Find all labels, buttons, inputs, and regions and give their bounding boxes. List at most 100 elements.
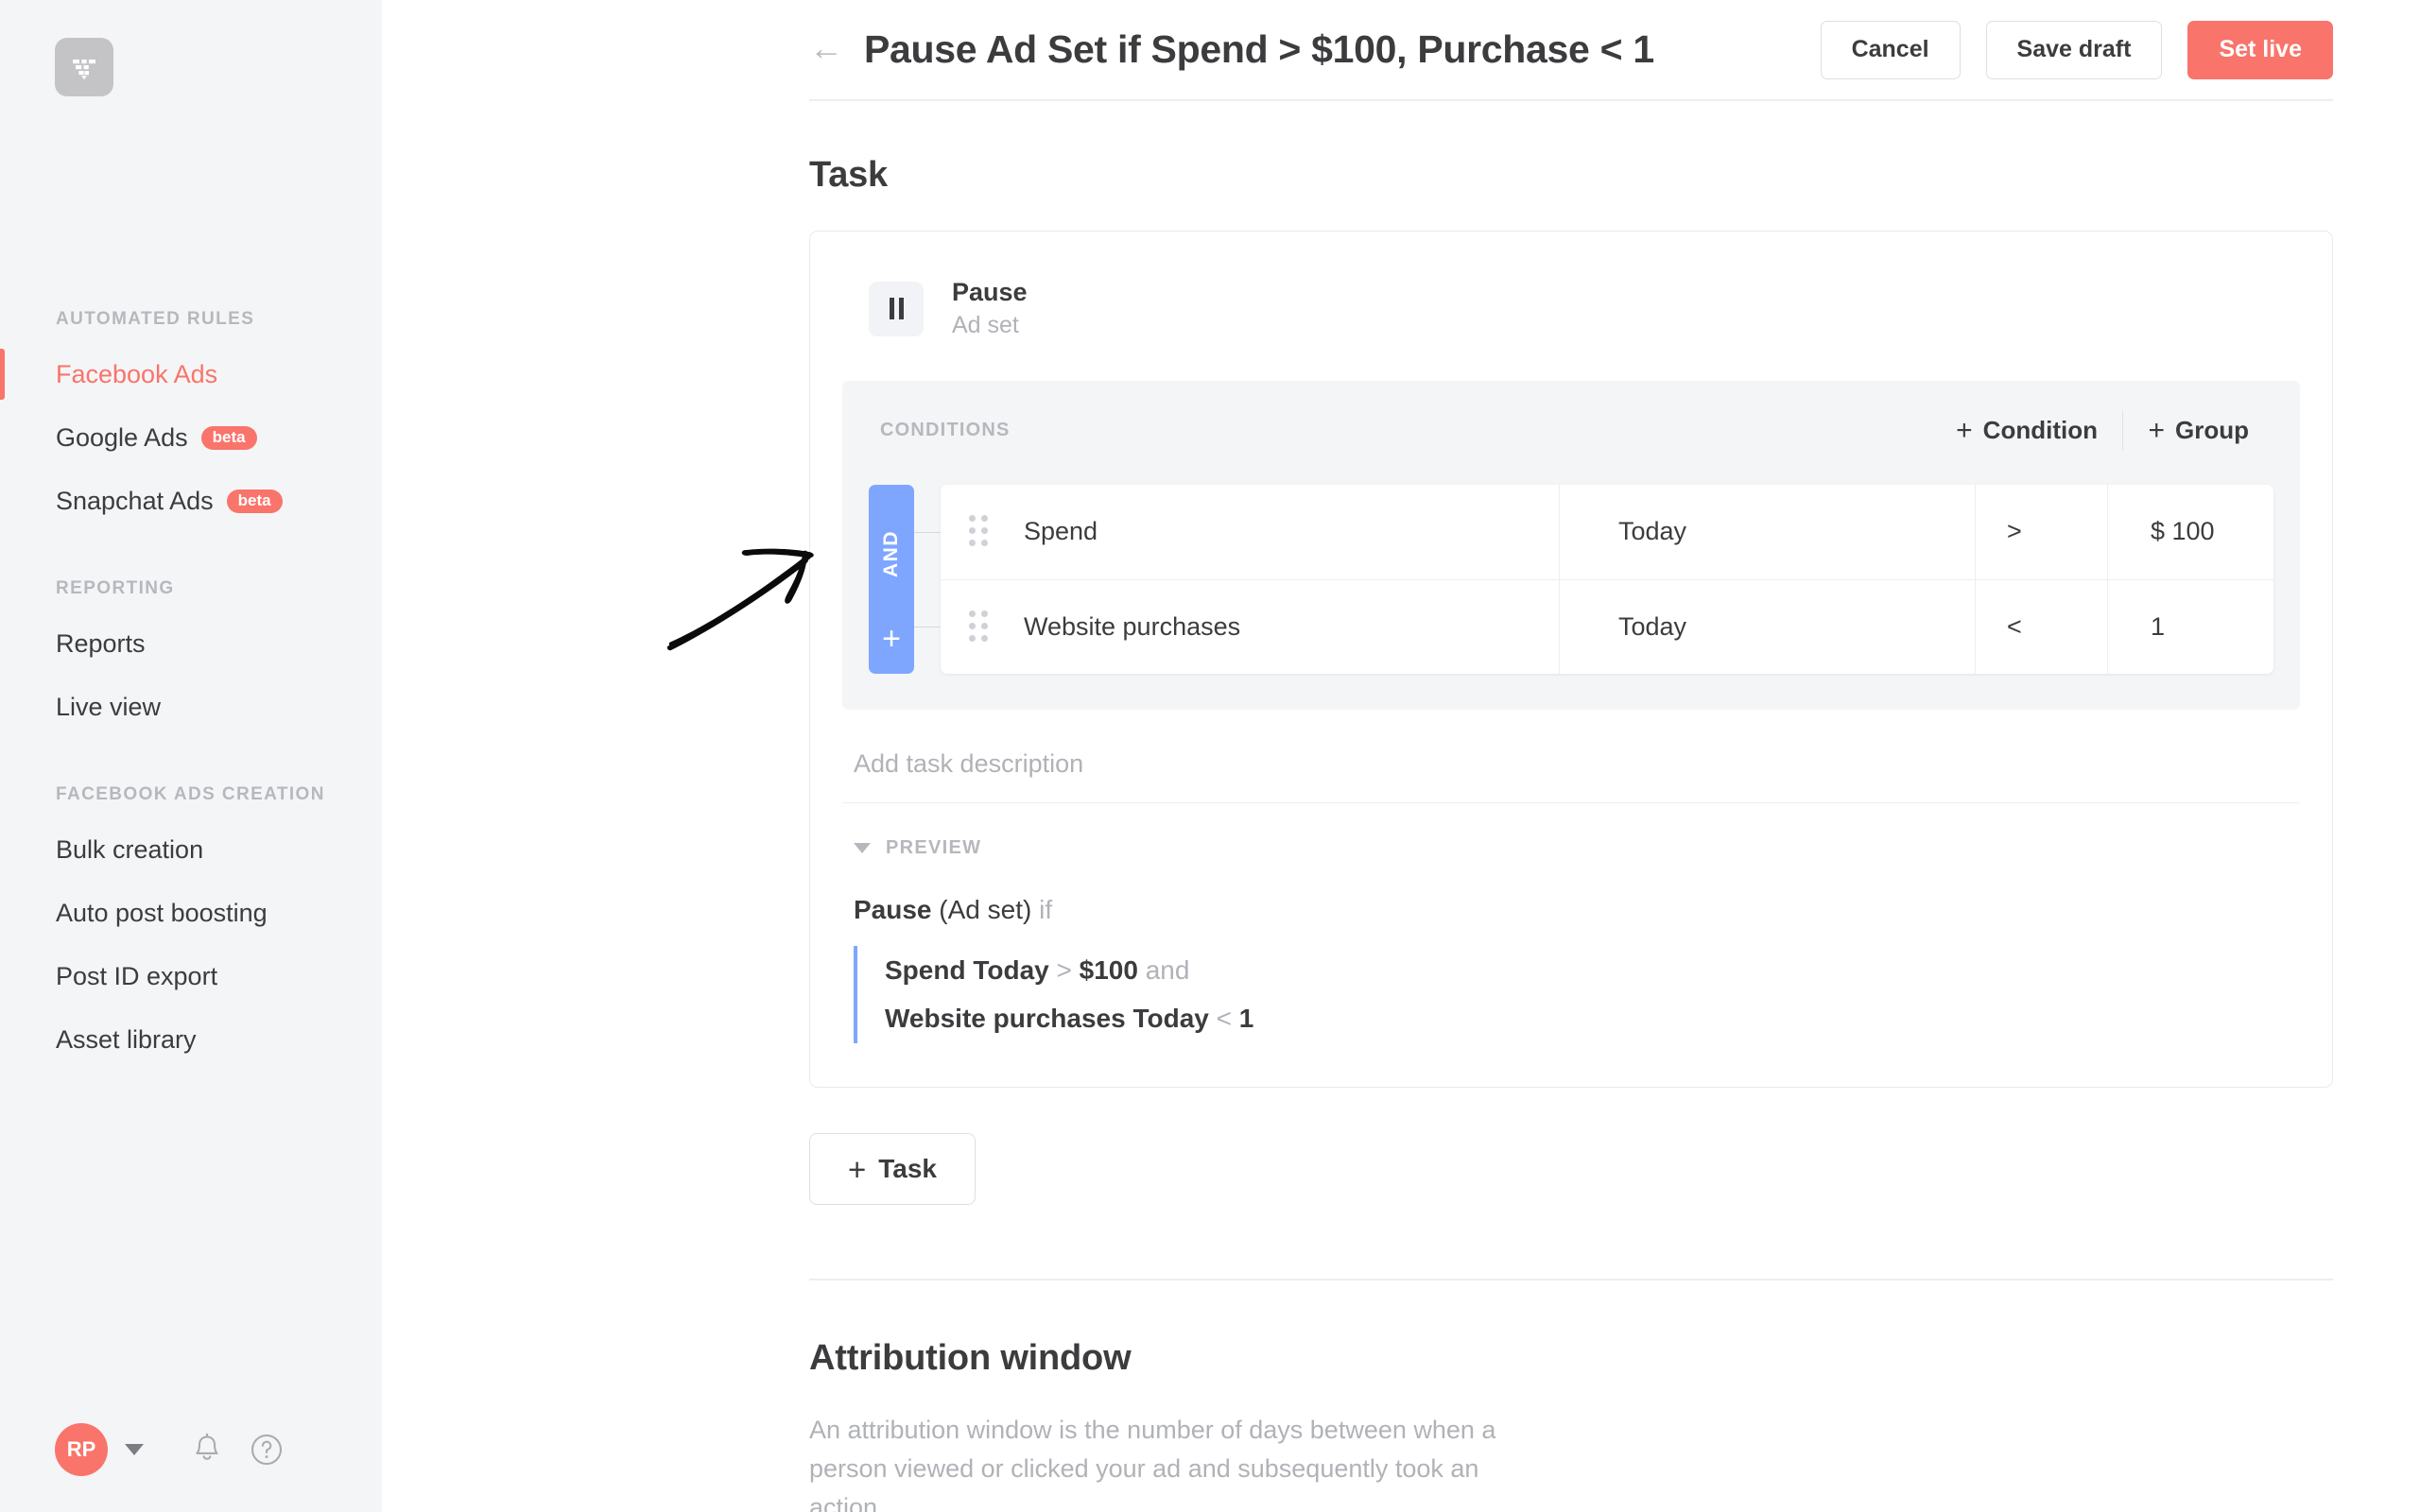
attribution-section-heading: Attribution window	[809, 1337, 1132, 1378]
nav-section-reporting: REPORTING Reports Live view	[0, 578, 382, 728]
condition-operator-cell[interactable]: >	[1976, 484, 2108, 579]
condition-operator-cell[interactable]: <	[1976, 579, 2108, 674]
condition-value-cell[interactable]: $ 100	[2108, 485, 2273, 579]
sidebar-item-label: Live view	[56, 693, 162, 721]
sidebar-item-google-ads[interactable]: Google Ads beta	[0, 418, 382, 458]
pause-bars	[889, 298, 904, 319]
arrow-left-icon[interactable]: ←	[809, 30, 843, 65]
nav-section-title: AUTOMATED RULES	[56, 309, 255, 329]
preview-condition-conjunction: and	[1145, 954, 1190, 985]
header-divider	[809, 99, 2333, 101]
sidebar-footer: RP	[0, 1423, 382, 1476]
sidebar-item-label: Auto post boosting	[56, 899, 268, 927]
and-operator-block[interactable]: AND +	[869, 484, 941, 674]
sidebar-item-label: Snapchat Ads	[56, 487, 214, 515]
attribution-description: An attribution window is the number of d…	[809, 1415, 1496, 1512]
drag-handle-icon[interactable]	[969, 610, 990, 644]
table-row[interactable]: Spend Today > $ 100	[941, 484, 2273, 579]
plus-icon: +	[1956, 414, 1973, 446]
task-description-input[interactable]: Add task description	[842, 710, 2300, 803]
task-action-row[interactable]: Pause Ad set	[842, 232, 2300, 381]
condition-metric-value: Website purchases	[1024, 611, 1241, 641]
preview-label: PREVIEW	[886, 836, 982, 858]
pause-icon	[869, 281, 924, 336]
sidebar-item-live-view[interactable]: Live view	[0, 687, 382, 728]
drag-handle-icon[interactable]	[969, 515, 990, 548]
content-area: Task Pause Ad set CONDITIONS + Condition…	[382, 155, 2420, 1512]
sidebar-item-snapchat-ads[interactable]: Snapchat Ads beta	[0, 481, 382, 522]
topbar: ← Pause Ad Set if Spend > $100, Purchase…	[382, 0, 2420, 99]
add-task-button[interactable]: + Task	[809, 1133, 976, 1206]
preview-action-level: (Ad set)	[939, 894, 1032, 924]
conditions-panel: CONDITIONS + Condition + Group AND + Spe…	[842, 380, 2300, 710]
cancel-button[interactable]: Cancel	[1820, 20, 1961, 79]
table-row[interactable]: Website purchases Today < 1	[941, 578, 2273, 674]
sidebar-item-bulk-creation[interactable]: Bulk creation	[0, 830, 382, 870]
footer-icons	[191, 1433, 284, 1467]
avatar[interactable]: RP	[55, 1423, 108, 1476]
task-action-level: Ad set	[952, 312, 1019, 339]
preview-condition-metric: Spend Today	[885, 954, 1049, 985]
preview-condition-line: Website purchases Today < 1	[885, 994, 2289, 1043]
condition-metric-cell[interactable]: Spend	[941, 484, 1560, 579]
chevron-down-icon[interactable]	[125, 1444, 144, 1455]
preview-condition-value: 1	[1238, 1004, 1254, 1034]
save-draft-button[interactable]: Save draft	[1985, 20, 2163, 79]
app-root: AUTOMATED RULES Facebook Ads Google Ads …	[0, 0, 2420, 1512]
add-group-button[interactable]: + Group	[2123, 416, 2273, 445]
nav-section-title: FACEBOOK ADS CREATION	[56, 784, 325, 804]
topbar-actions: Cancel Save draft Set live	[1820, 20, 2333, 79]
preview-conditions: Spend Today > $100 and Website purchases…	[854, 945, 2289, 1044]
preview-condition-line: Spend Today > $100 and	[885, 946, 2289, 995]
sidebar-item-auto-post-boosting[interactable]: Auto post boosting	[0, 893, 382, 934]
preview-toggle[interactable]: PREVIEW	[842, 803, 2300, 859]
preview-if-word: if	[1039, 894, 1053, 924]
preview-action-line: Pause (Ad set) if	[854, 895, 2289, 925]
nav-section-title: REPORTING	[56, 578, 175, 598]
conditions-body: AND + Spend Today > $ 100 Website purcha…	[869, 484, 2273, 674]
sidebar-item-label: Facebook Ads	[56, 360, 218, 388]
sidebar-nav: AUTOMATED RULES Facebook Ads Google Ads …	[0, 309, 382, 1117]
preview-condition-metric: Website purchases Today	[885, 1004, 1209, 1034]
sidebar-item-post-id-export[interactable]: Post ID export	[0, 956, 382, 997]
caret-down-icon	[854, 842, 871, 853]
condition-rows: Spend Today > $ 100 Website purchases To…	[941, 484, 2273, 674]
sidebar-item-reports[interactable]: Reports	[0, 624, 382, 664]
condition-metric-value: Spend	[1024, 517, 1098, 545]
condition-value-cell[interactable]: 1	[2108, 580, 2273, 674]
conditions-toolbar: CONDITIONS + Condition + Group	[869, 410, 2273, 451]
task-card: Pause Ad set CONDITIONS + Condition + Gr…	[809, 230, 2333, 1089]
beta-badge: beta	[226, 490, 283, 513]
sidebar-item-asset-library[interactable]: Asset library	[0, 1020, 382, 1060]
condition-range-cell[interactable]: Today	[1560, 484, 1976, 579]
sidebar-item-label: Asset library	[56, 1025, 197, 1054]
preview-body: Pause (Ad set) if Spend Today > $100 and…	[842, 859, 2300, 1044]
condition-metric-cell[interactable]: Website purchases	[941, 579, 1560, 674]
condition-range-cell[interactable]: Today	[1560, 579, 1976, 674]
conditions-label: CONDITIONS	[880, 420, 1011, 440]
sidebar-item-label: Bulk creation	[56, 835, 204, 864]
and-connector-line	[914, 626, 941, 627]
section-divider	[809, 1279, 2333, 1280]
add-condition-button[interactable]: + Condition	[1931, 416, 2122, 445]
set-live-button[interactable]: Set live	[2187, 20, 2333, 79]
task-action-name: Pause	[952, 277, 1028, 306]
add-condition-to-group-icon[interactable]: +	[882, 623, 901, 655]
revealbot-logo-icon[interactable]	[55, 38, 113, 96]
task-section-heading: Task	[809, 154, 888, 195]
sidebar-item-label: Reports	[56, 629, 146, 658]
add-task-label: Task	[878, 1154, 938, 1184]
preview-condition-value: $100	[1079, 954, 1138, 985]
add-condition-label: Condition	[1982, 416, 2098, 444]
add-group-label: Group	[2175, 416, 2249, 444]
nav-section-facebook-ads-creation: FACEBOOK ADS CREATION Bulk creation Auto…	[0, 784, 382, 1060]
plus-icon: +	[2148, 414, 2165, 446]
sidebar-item-facebook-ads[interactable]: Facebook Ads	[0, 349, 382, 400]
preview-action-name: Pause	[854, 894, 932, 924]
sidebar-item-label: Google Ads	[56, 423, 188, 452]
beta-badge: beta	[200, 426, 257, 450]
preview-condition-operator: <	[1216, 1004, 1232, 1034]
task-action-text: Pause Ad set	[952, 277, 1028, 341]
bell-icon[interactable]	[191, 1433, 223, 1467]
help-circle-icon[interactable]	[250, 1433, 284, 1467]
